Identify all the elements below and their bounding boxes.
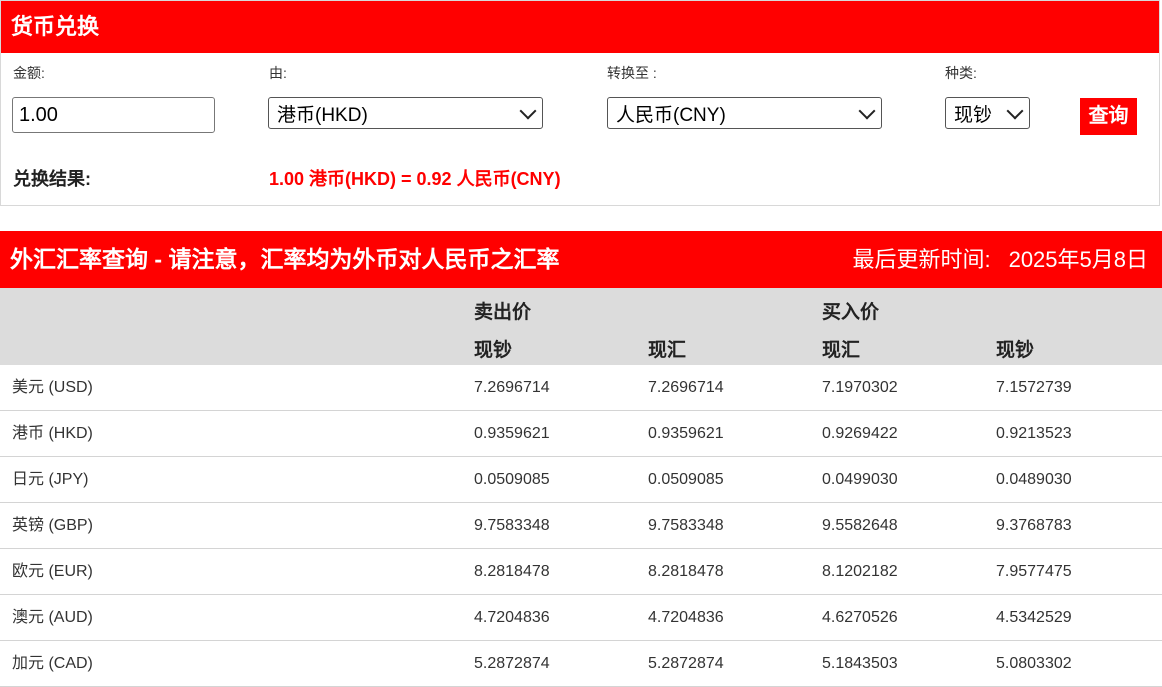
type-label: 种类: [945,65,977,81]
buy-cash-cell: 9.3768783 [996,517,1072,534]
chevron-down-icon [519,102,537,119]
column-header: 现汇 [648,340,687,361]
from-label: 由: [269,65,287,81]
column-header: 现汇 [822,340,861,361]
currency-cell: 欧元 (EUR) [12,563,93,580]
buy-transfer-cell: 7.1970302 [822,379,898,396]
result-label: 兑换结果: [13,169,91,189]
table-header: 卖出价 买入价 现钞 现汇 现汇 现钞 [0,288,1162,365]
to-currency-value: 人民币(CNY) [616,104,726,126]
chevron-down-icon [1006,102,1024,119]
last-updated-label: 最后更新时间: [852,247,991,272]
sell-cash-cell: 8.2818478 [474,563,550,580]
to-currency-select[interactable]: 人民币(CNY) [607,97,882,129]
buy-transfer-cell: 5.1843503 [822,655,898,672]
sell-transfer-cell: 0.0509085 [648,471,724,488]
buy-transfer-cell: 9.5582648 [822,517,898,534]
sell-cash-cell: 0.9359621 [474,425,550,442]
sell-cash-cell: 9.7583348 [474,517,550,534]
rates-header: 外汇汇率查询 - 请注意，汇率均为外币对人民币之汇率 最后更新时间: 2025年5… [0,231,1162,288]
sell-transfer-cell: 7.2696714 [648,379,724,396]
buy-cash-cell: 5.0803302 [996,655,1072,672]
rates-table-body: 美元 (USD) 7.2696714 7.2696714 7.1970302 7… [0,365,1162,687]
exchange-rates-panel: 外汇汇率查询 - 请注意，汇率均为外币对人民币之汇率 最后更新时间: 2025年5… [0,231,1162,687]
sell-cash-cell: 7.2696714 [474,379,550,396]
buy-cash-cell: 7.9577475 [996,563,1072,580]
sell-transfer-cell: 4.7204836 [648,609,724,626]
table-row: 港币 (HKD) 0.9359621 0.9359621 0.9269422 0… [0,411,1162,457]
chevron-down-icon [858,102,876,119]
table-row: 日元 (JPY) 0.0509085 0.0509085 0.0499030 0… [0,457,1162,503]
sell-transfer-cell: 5.2872874 [648,655,724,672]
from-currency-value: 港币(HKD) [277,104,368,126]
buy-cash-cell: 0.9213523 [996,425,1072,442]
table-row: 英镑 (GBP) 9.7583348 9.7583348 9.5582648 9… [0,503,1162,549]
buy-cash-cell: 4.5342529 [996,609,1072,626]
rates-title: 外汇汇率查询 - 请注意，汇率均为外币对人民币之汇率 [10,246,560,272]
table-row: 欧元 (EUR) 8.2818478 8.2818478 8.1202182 7… [0,549,1162,595]
result-value: 1.00 港币(HKD) = 0.92 人民币(CNY) [269,169,561,189]
sell-cash-cell: 5.2872874 [474,655,550,672]
table-row: 澳元 (AUD) 4.7204836 4.7204836 4.6270526 4… [0,595,1162,641]
currency-cell: 日元 (JPY) [12,471,89,488]
buy-transfer-cell: 0.9269422 [822,425,898,442]
buy-cash-cell: 7.1572739 [996,379,1072,396]
table-row: 加元 (CAD) 5.2872874 5.2872874 5.1843503 5… [0,641,1162,687]
sell-price-group: 卖出价 [474,302,532,323]
type-select[interactable]: 现钞 [945,97,1030,129]
column-header: 现钞 [474,340,513,361]
type-value: 现钞 [954,104,993,126]
buy-transfer-cell: 4.6270526 [822,609,898,626]
sell-cash-cell: 4.7204836 [474,609,550,626]
last-updated-value: 2025年5月8日 [1008,247,1148,272]
sell-transfer-cell: 0.9359621 [648,425,724,442]
to-label: 转换至 : [607,65,657,81]
buy-price-group: 买入价 [822,302,880,323]
amount-input[interactable] [12,97,215,133]
currency-cell: 澳元 (AUD) [12,609,93,626]
sell-transfer-cell: 9.7583348 [648,517,724,534]
currency-cell: 港币 (HKD) [12,425,93,442]
converter-title: 货币兑换 [1,1,1159,53]
currency-cell: 加元 (CAD) [12,655,93,672]
sell-transfer-cell: 8.2818478 [648,563,724,580]
currency-cell: 美元 (USD) [12,379,93,396]
buy-transfer-cell: 0.0499030 [822,471,898,488]
table-row: 美元 (USD) 7.2696714 7.2696714 7.1970302 7… [0,365,1162,411]
currency-converter-panel: 货币兑换 金额: 由: 转换至 : 种类: 港币(HKD) 人民币(CNY) 现… [0,0,1160,206]
currency-cell: 英镑 (GBP) [12,517,93,534]
query-button[interactable]: 查询 [1080,98,1137,135]
buy-transfer-cell: 8.1202182 [822,563,898,580]
buy-cash-cell: 0.0489030 [996,471,1072,488]
from-currency-select[interactable]: 港币(HKD) [268,97,543,129]
column-header: 现钞 [996,340,1035,361]
last-updated: 最后更新时间: 2025年5月8日 [852,231,1148,288]
amount-label: 金额: [13,65,45,81]
sell-cash-cell: 0.0509085 [474,471,550,488]
